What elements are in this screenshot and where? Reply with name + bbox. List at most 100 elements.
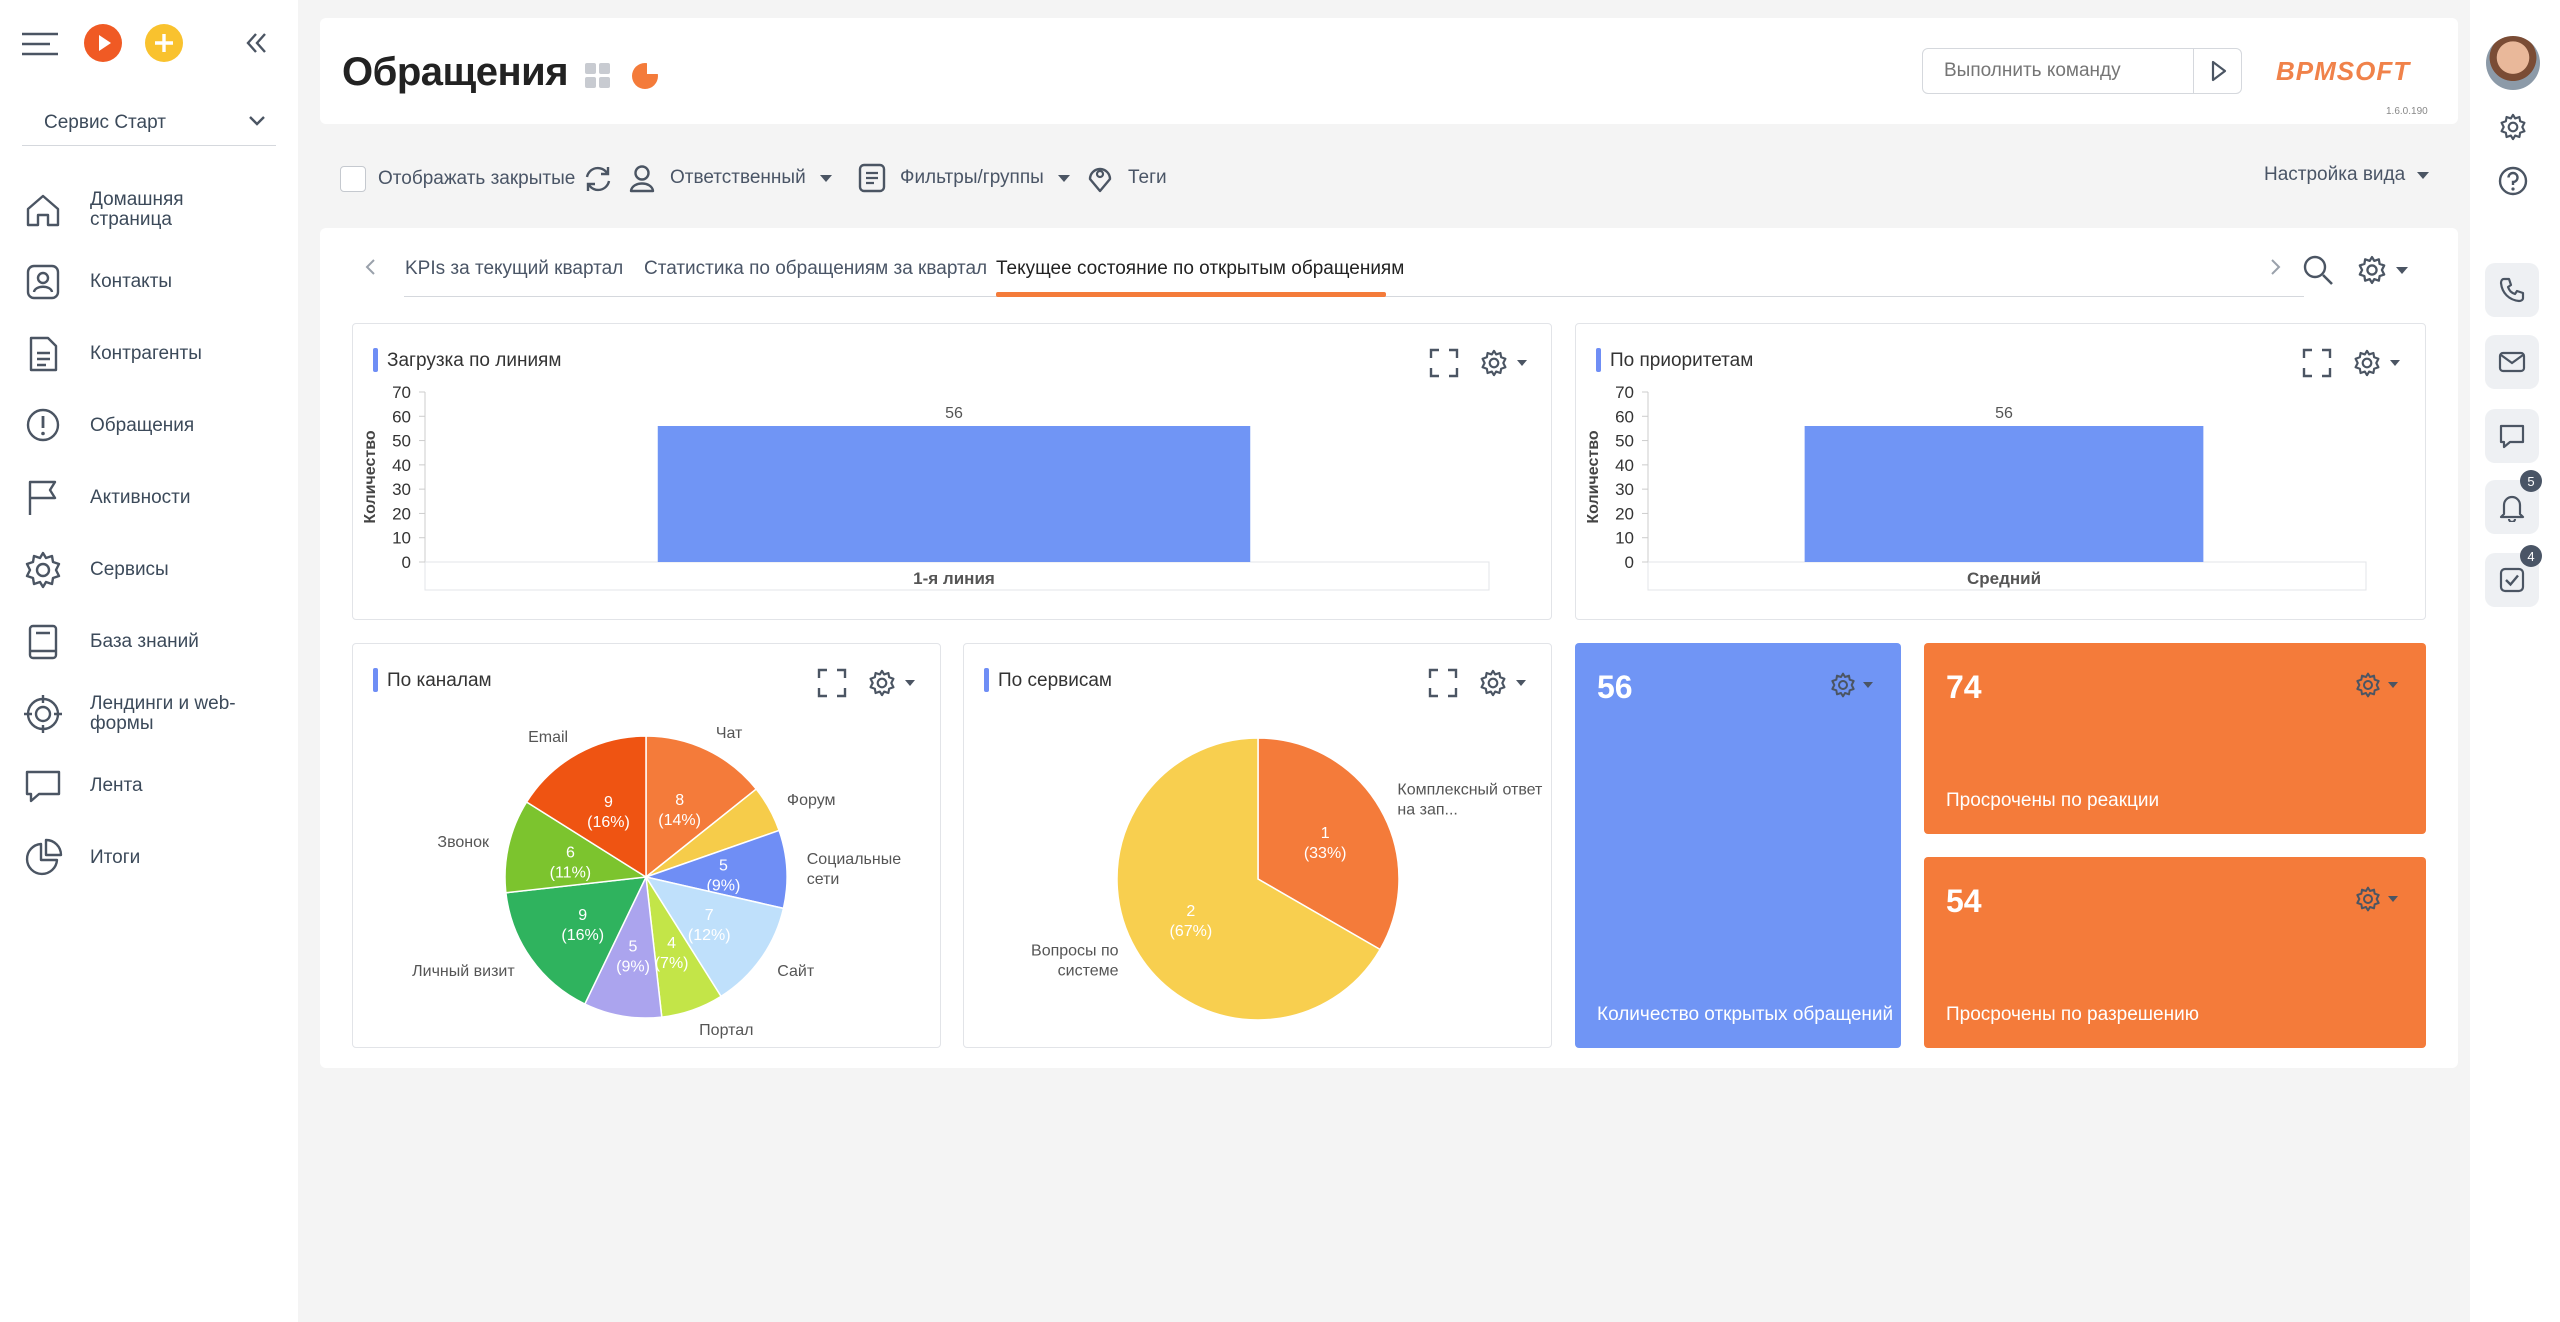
avatar[interactable] [2486,36,2540,90]
alert-icon [26,408,60,442]
tasks-badge: 4 [2520,545,2542,567]
tabs-prev-icon[interactable] [364,258,378,281]
sidebar-item-landings[interactable]: Лендинги и web-формы [22,684,282,744]
hamburger-icon[interactable] [22,32,58,56]
slice-category-label: Портал [699,1022,753,1039]
responsible-filter[interactable]: Ответственный [628,162,832,194]
slice-percent-label: (9%) [616,958,650,975]
bar [657,426,1251,562]
tile-settings-icon[interactable] [2354,885,2398,913]
add-icon[interactable] [145,24,183,62]
sidebar-item-knowledge[interactable]: База знаний [22,612,282,672]
slice-category-label-line: на зап... [1397,802,1457,819]
tile-overdue-resolution[interactable]: 54 Просрочены по разрешению [1924,857,2426,1048]
slice-percent-label: (67%) [1169,923,1212,940]
tabs-next-icon[interactable] [2268,258,2282,281]
logo: BPMSOFT [2276,56,2411,86]
phone-button[interactable] [2485,263,2539,317]
slice-category-label-line: Комплексный ответ [1397,782,1543,799]
caret-down-icon [2417,172,2430,179]
widget-settings-icon[interactable] [2352,348,2400,378]
widget-by-priority: По приоритетам 0 10 20 30 40 50 60 70 Количество… [1575,323,2426,620]
chat-icon [25,770,61,803]
settings-icon[interactable] [2498,112,2528,147]
play-outline-icon [2211,60,2227,82]
command-box[interactable] [1922,48,2242,94]
bar-value-label: 56 [945,405,963,422]
y-tick-label: 70 [392,384,411,402]
slice-percent-label: (12%) [688,927,731,944]
widget-by-services: По сервисам 1 (33%) Комплексный ответ на за… [963,643,1552,1048]
slice-value-label: 6 [566,845,575,862]
x-tick-label: 1-я линия [913,569,995,588]
tags-label: Теги [1128,167,1167,188]
dashboard-search-icon[interactable] [2302,254,2334,291]
play-icon[interactable] [84,24,122,62]
slice-value-label: 9 [604,794,613,811]
sidebar-item-home[interactable]: Домашняя страница [22,180,282,240]
collapse-icon[interactable] [244,32,268,54]
messages-button[interactable] [2485,409,2539,463]
tags[interactable]: Теги [1086,162,1167,194]
dashboard-view-icon[interactable] [630,60,660,95]
active-tab-indicator [996,292,1386,297]
bar [1804,426,2204,562]
slice-category-label: Социальные сети [807,851,901,888]
filters-groups[interactable]: Фильтры/группы [858,162,1070,194]
tile-settings-icon[interactable] [2354,671,2398,699]
slice-category-label: Звонок [437,834,490,851]
dashboard-settings-icon[interactable] [2356,254,2408,286]
version-label: 1.6.0.190 [2386,106,2428,117]
view-settings-label: Настройка вида [2264,164,2406,185]
widget-title: Загрузка по линиям [373,348,561,372]
tab-current-state[interactable]: Текущее состояние по открытым обращениям [996,258,1404,280]
sidebar-item-label: Итоги [90,847,141,868]
command-input[interactable] [1924,50,2192,92]
slice-value-label: 2 [1186,903,1195,920]
widget-settings-icon[interactable] [1479,348,1527,378]
tile-overdue-reaction[interactable]: 74 Просрочены по реакции [1924,643,2426,834]
chart-by-lines: 0 10 20 30 40 50 60 70 Количество 56 1-я линия [362,384,1490,591]
bar-value-label: 56 [1995,405,2013,422]
tab-statistics[interactable]: Статистика по обращениям за квартал [644,258,987,280]
filter-list-icon [858,163,886,193]
sidebar-item-feed[interactable]: Лента [22,756,282,816]
view-settings[interactable]: Настройка вида [2264,164,2430,186]
expand-icon[interactable] [1429,348,1459,383]
mail-icon [2498,351,2526,373]
sidebar: Сервис Старт Домашняя страница Контакты … [0,0,298,1322]
y-tick-label: 20 [392,504,411,523]
show-closed-checkbox[interactable] [340,166,366,192]
sidebar-item-accounts[interactable]: Контрагенты [22,324,282,384]
document-icon [29,336,58,372]
refresh-icon[interactable] [582,164,614,199]
slice-category-label: Форум [787,792,836,809]
sidebar-item-activities[interactable]: Активности [22,468,282,528]
tab-kpis[interactable]: KPIs за текущий квартал [405,258,623,280]
run-command-button[interactable] [2193,49,2241,93]
tile-caption: Просрочены по разрешению [1946,1004,2199,1025]
grid-view-icon[interactable] [584,62,612,95]
sidebar-item-contacts[interactable]: Контакты [22,252,282,312]
sidebar-item-cases[interactable]: Обращения [22,396,282,456]
workspace-select[interactable]: Сервис Старт [22,100,276,146]
slice-category-label-line: Социальные [807,851,901,868]
widget-title: По приоритетам [1596,348,1753,372]
sidebar-item-services[interactable]: Сервисы [22,540,282,600]
slice-percent-label: (7%) [655,955,689,972]
book-icon [28,624,58,660]
widget-by-channels: По каналам 8 (14%) Чат Форум 5 (9%) Социальные… [352,643,941,1048]
expand-icon[interactable] [2302,348,2332,383]
tile-caption: Количество открытых обращений [1597,1004,1894,1025]
tile-open-count[interactable]: 56 Количество открытых обращений [1575,643,1901,1048]
slice-value-label: 9 [578,907,587,924]
slice-percent-label: (14%) [658,812,701,829]
sidebar-item-totals[interactable]: Итоги [22,828,282,888]
sidebar-item-label: Активности [90,487,191,508]
slice-percent-label: (33%) [1304,845,1347,862]
email-button[interactable] [2485,335,2539,389]
slice-category-label: Личный визит [412,963,515,980]
slice-category-label: Чат [716,725,743,742]
tile-settings-icon[interactable] [1829,671,1873,699]
help-icon[interactable] [2498,166,2528,201]
